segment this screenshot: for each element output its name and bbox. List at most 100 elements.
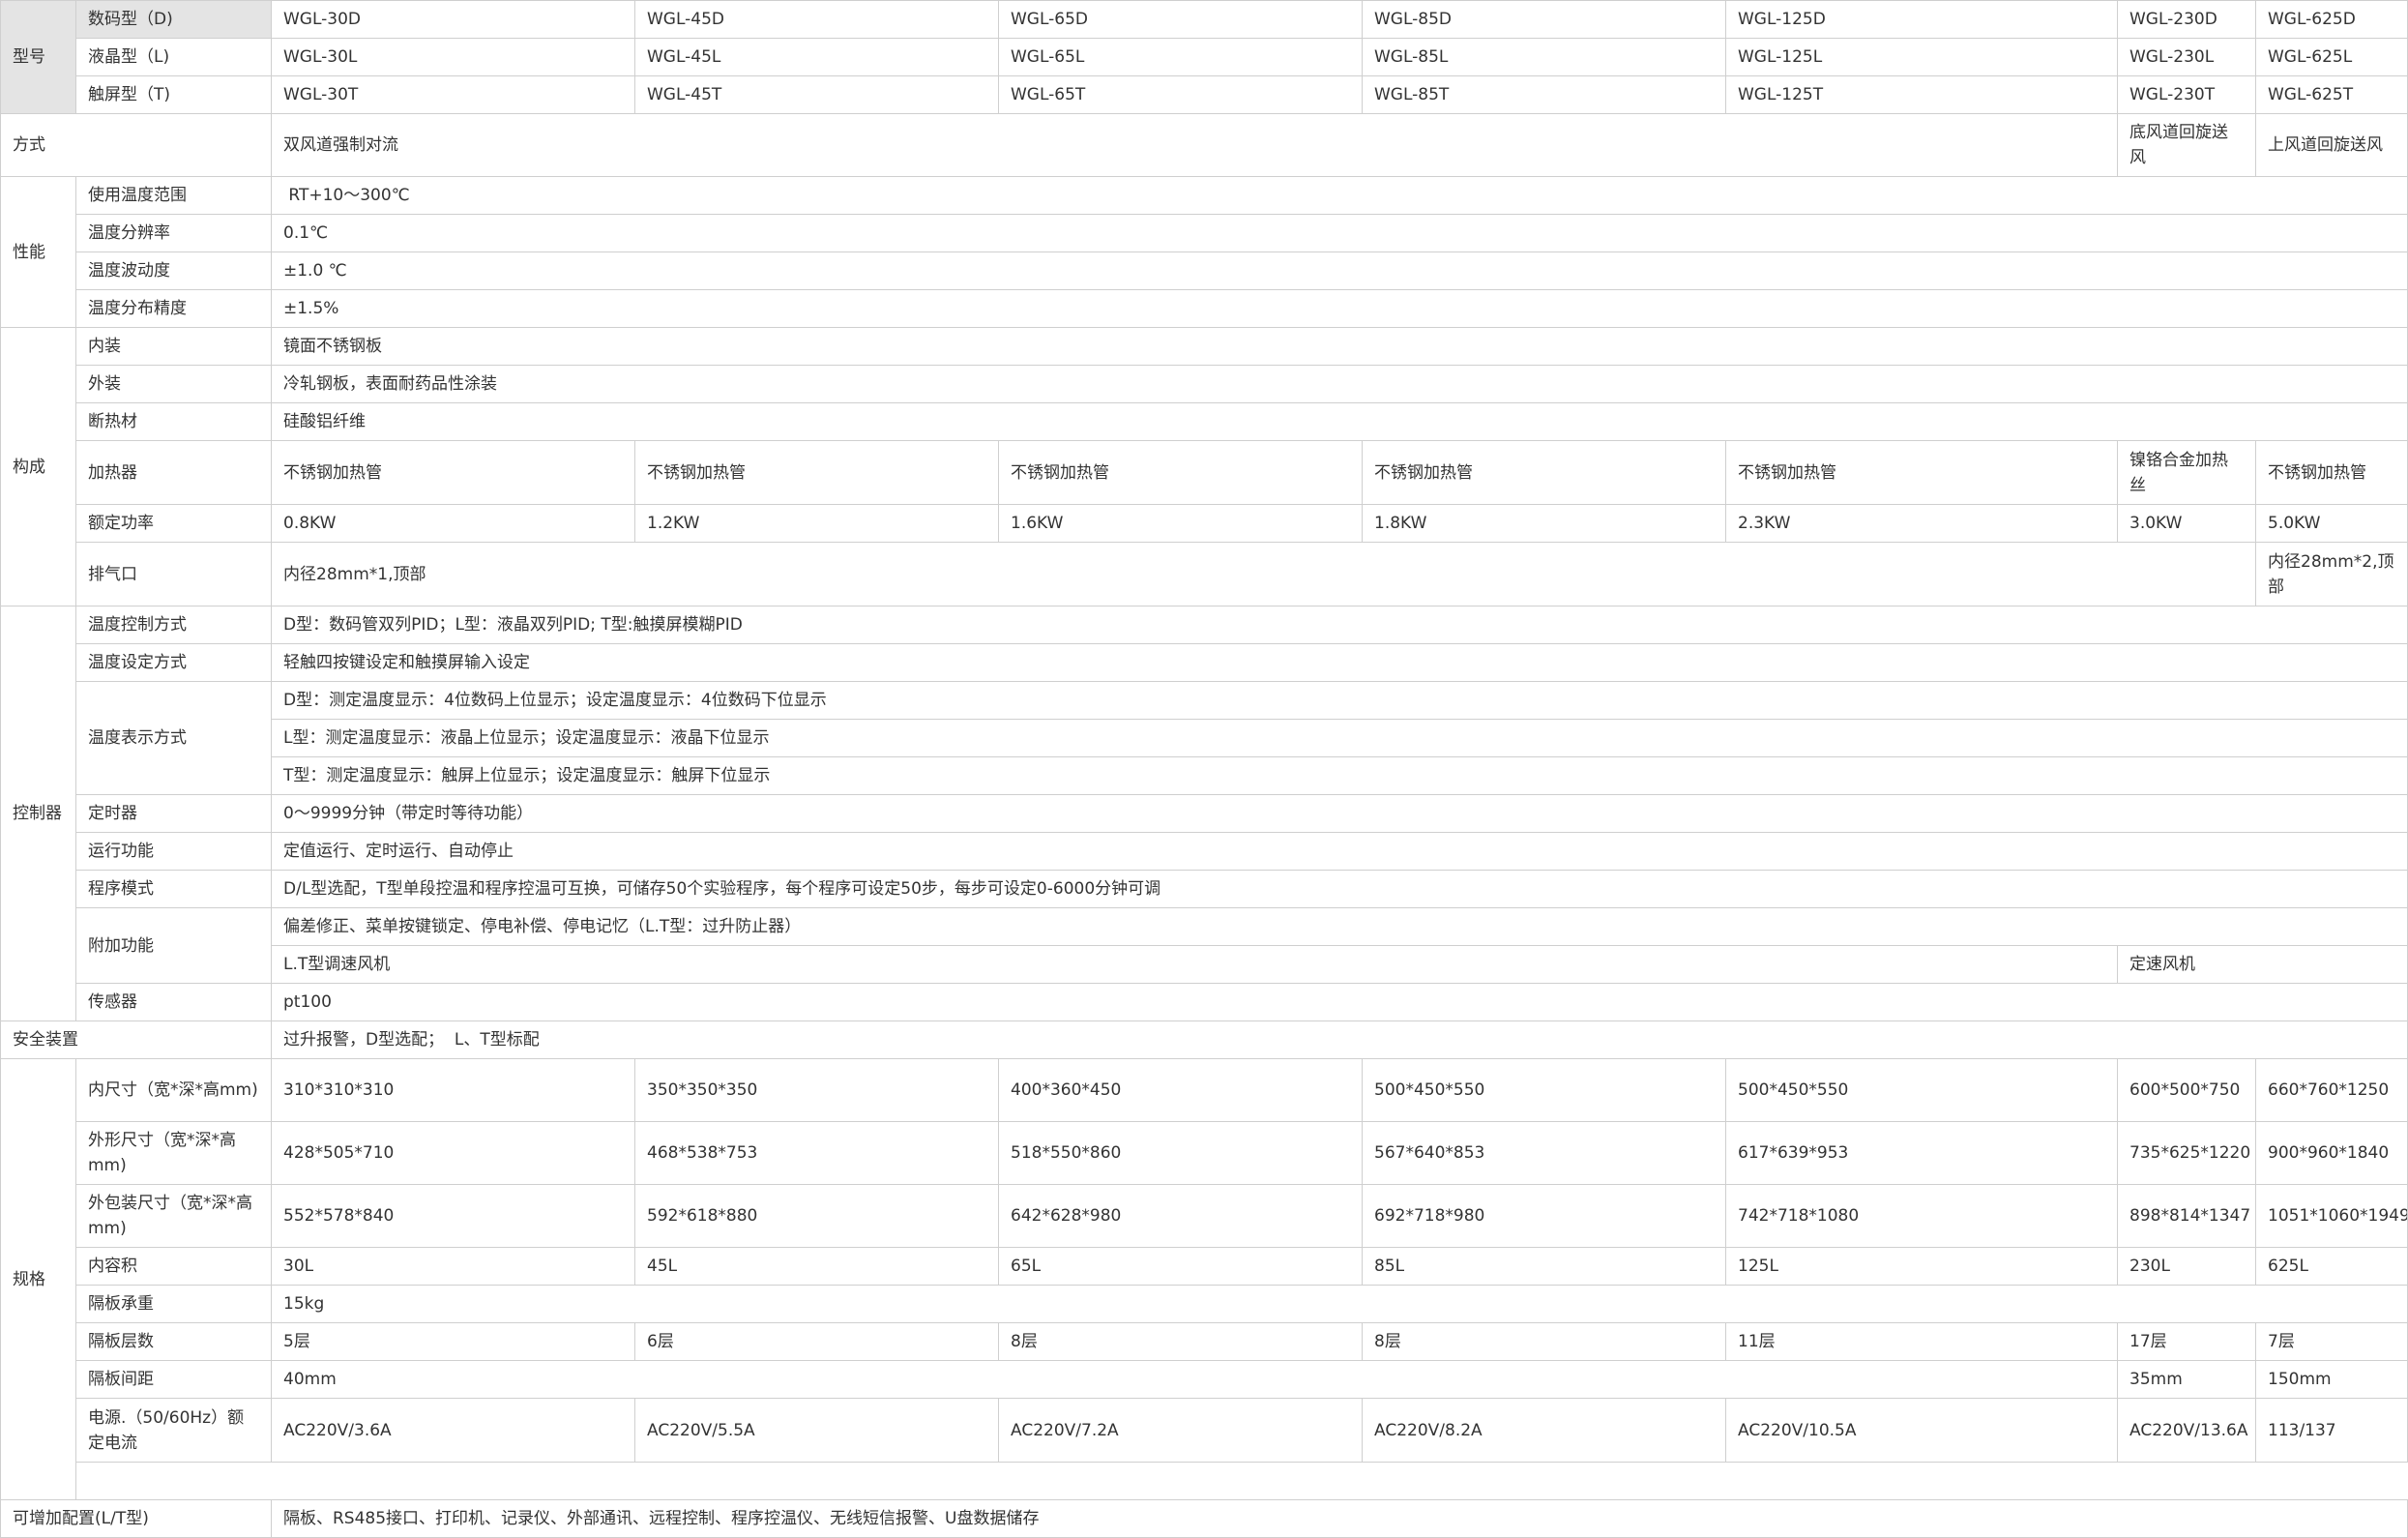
row-label: 温度表示方式 [75, 681, 272, 795]
layers-cell: 11层 [1725, 1322, 2118, 1361]
power-cell: 5.0KW [2255, 504, 2408, 543]
row-label: 内容积 [75, 1247, 272, 1286]
heater-cell: 不锈钢加热管 [634, 440, 999, 505]
size-cell: 617*639*953 [1725, 1121, 2118, 1185]
method-category: 方式 [0, 113, 272, 177]
display-mode-value: L型：测定温度显示：液晶上位显示；设定温度显示：液晶下位显示 [271, 719, 2408, 757]
layers-cell: 8层 [998, 1322, 1363, 1361]
row-label: 隔板层数 [75, 1322, 272, 1361]
row-label: 附加功能 [75, 907, 272, 984]
model-cell: WGL-65T [998, 75, 1363, 114]
row-label: 定时器 [75, 794, 272, 833]
extra-value-top: 偏差修正、菜单按键锁定、停电补偿、停电记忆（L.T型：过升防止器） [271, 907, 2408, 946]
exhaust-value: 内径28mm*1,顶部 [271, 542, 2256, 606]
row-value: 轻触四按键设定和触摸屏输入设定 [271, 643, 2408, 682]
row-label: 外形尺寸（宽*深*高mm) [75, 1121, 272, 1185]
row-label: 内尺寸（宽*深*高mm) [75, 1058, 272, 1122]
extra-value-main: L.T型调速风机 [271, 945, 2118, 984]
size-cell: 428*505*710 [271, 1121, 635, 1185]
display-mode-value: D型：测定温度显示：4位数码上位显示；设定温度显示：4位数码下位显示 [271, 681, 2408, 720]
row-label: 电源.（50/60Hz）额定电流 [75, 1398, 272, 1463]
row-label: 外包装尺寸（宽*深*高mm) [75, 1184, 272, 1248]
heater-cell: 不锈钢加热管 [998, 440, 1363, 505]
volume-cell: 230L [2117, 1247, 2256, 1286]
size-cell: 898*814*1347 [2117, 1184, 2256, 1248]
row-label: 加热器 [75, 440, 272, 505]
model-cell: WGL-125L [1725, 38, 2118, 76]
power-supply-cell: 113/137 [2255, 1398, 2408, 1463]
row-value: D型：数码管双列PID；L型：液晶双列PID; T型:触摸屏模糊PID [271, 606, 2408, 644]
model-type-label: 数码型（D) [75, 0, 272, 39]
model-cell: WGL-625D [2255, 0, 2408, 39]
method-value: 双风道强制对流 [271, 113, 2118, 177]
size-cell: 742*718*1080 [1725, 1184, 2118, 1248]
model-cell: WGL-230T [2117, 75, 2256, 114]
model-cell: WGL-125D [1725, 0, 2118, 39]
row-value: 0～9999分钟（带定时等待功能） [271, 794, 2408, 833]
size-cell: 350*350*350 [634, 1058, 999, 1122]
model-cell: WGL-30D [271, 0, 635, 39]
model-type-label: 液晶型（L) [75, 38, 272, 76]
row-label: 断热材 [75, 402, 272, 441]
row-value: pt100 [271, 983, 2408, 1021]
options-value: 隔板、RS485接口、打印机、记录仪、外部通讯、远程控制、程序控温仪、无线短信报… [271, 1499, 2408, 1538]
spec-table: 型号 数码型（D) WGL-30D WGL-45D WGL-65D WGL-85… [0, 0, 2408, 1538]
volume-cell: 125L [1725, 1247, 2118, 1286]
row-label: 传感器 [75, 983, 272, 1021]
power-supply-cell: AC220V/3.6A [271, 1398, 635, 1463]
size-cell: 900*960*1840 [2255, 1121, 2408, 1185]
row-label: 隔板承重 [75, 1285, 272, 1323]
model-cell: WGL-125T [1725, 75, 2118, 114]
row-label: 内装 [75, 327, 272, 366]
spacing-value-625: 150mm [2255, 1360, 2408, 1399]
size-cell: 735*625*1220 [2117, 1121, 2256, 1185]
size-cell: 500*450*550 [1725, 1058, 2118, 1122]
method-value-230: 底风道回旋送风 [2117, 113, 2256, 177]
model-cell: WGL-625T [2255, 75, 2408, 114]
layers-cell: 7层 [2255, 1322, 2408, 1361]
layers-cell: 8层 [1362, 1322, 1726, 1361]
row-label: 使用温度范围 [75, 176, 272, 215]
size-cell: 310*310*310 [271, 1058, 635, 1122]
row-value: 定值运行、定时运行、自动停止 [271, 832, 2408, 871]
layers-cell: 6层 [634, 1322, 999, 1361]
extra-value-right: 定速风机 [2117, 945, 2408, 984]
power-cell: 1.6KW [998, 504, 1363, 543]
model-cell: WGL-65D [998, 0, 1363, 39]
controller-category: 控制器 [0, 606, 76, 1021]
heater-cell: 不锈钢加热管 [1725, 440, 2118, 505]
power-supply-cell: AC220V/8.2A [1362, 1398, 1726, 1463]
size-cell: 518*550*860 [998, 1121, 1363, 1185]
power-cell: 0.8KW [271, 504, 635, 543]
row-value: RT+10～300℃ [271, 176, 2408, 215]
row-label: 额定功率 [75, 504, 272, 543]
row-label: 运行功能 [75, 832, 272, 871]
row-label: 温度控制方式 [75, 606, 272, 644]
volume-cell: 625L [2255, 1247, 2408, 1286]
row-label: 程序模式 [75, 870, 272, 908]
row-label: 温度波动度 [75, 251, 272, 290]
size-cell: 592*618*880 [634, 1184, 999, 1248]
size-cell: 1051*1060*1949 [2255, 1184, 2408, 1248]
size-cell: 468*538*753 [634, 1121, 999, 1185]
heater-cell: 不锈钢加热管 [2255, 440, 2408, 505]
row-label: 温度分辨率 [75, 214, 272, 252]
performance-category: 性能 [0, 176, 76, 328]
row-value: ±1.0 ℃ [271, 251, 2408, 290]
layers-cell: 17层 [2117, 1322, 2256, 1361]
model-type-label: 触屏型（T) [75, 75, 272, 114]
power-supply-cell: AC220V/7.2A [998, 1398, 1363, 1463]
row-label: 外装 [75, 365, 272, 403]
row-value: 15kg [271, 1285, 2408, 1323]
size-cell: 400*360*450 [998, 1058, 1363, 1122]
safety-value: 过升报警，D型选配； L、T型标配 [271, 1020, 2408, 1059]
size-cell: 567*640*853 [1362, 1121, 1726, 1185]
model-cell: WGL-230D [2117, 0, 2256, 39]
row-value: ±1.5% [271, 289, 2408, 328]
display-mode-value: T型：测定温度显示：触屏上位显示；设定温度显示：触屏下位显示 [271, 756, 2408, 795]
row-value: D/L型选配，T型单段控温和程序控温可互换，可储存50个实验程序，每个程序可设定… [271, 870, 2408, 908]
power-supply-cell: AC220V/13.6A [2117, 1398, 2256, 1463]
size-cell: 600*500*750 [2117, 1058, 2256, 1122]
heater-cell: 不锈钢加热管 [271, 440, 635, 505]
model-cell: WGL-85D [1362, 0, 1726, 39]
